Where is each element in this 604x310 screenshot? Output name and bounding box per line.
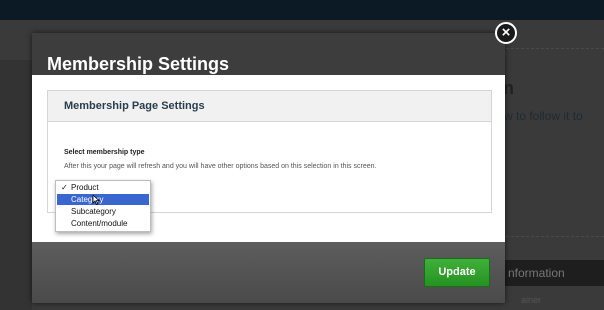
option-label: Subcategory bbox=[71, 207, 116, 216]
background-panel-header: nformation bbox=[503, 260, 604, 286]
modal-title: Membership Settings bbox=[47, 54, 230, 74]
membership-type-option-category[interactable]: Category bbox=[57, 194, 149, 205]
membership-type-option-product[interactable]: ✓ Product bbox=[57, 182, 149, 193]
membership-type-option-content-module[interactable]: Content/module bbox=[57, 218, 149, 229]
modal-header: Membership Settings bbox=[32, 33, 505, 75]
membership-type-option-subcategory[interactable]: Subcategory bbox=[57, 206, 149, 217]
background-divider bbox=[506, 236, 604, 237]
background-text: w to follow it to bbox=[504, 109, 583, 123]
background-top-bar bbox=[0, 0, 604, 20]
option-label: Content/module bbox=[71, 219, 128, 228]
background-divider bbox=[506, 48, 604, 49]
option-label: Product bbox=[71, 183, 99, 192]
background-left-strip bbox=[0, 60, 32, 310]
close-icon[interactable]: × bbox=[495, 22, 517, 44]
mouse-pointer-icon bbox=[92, 195, 100, 205]
membership-type-help-text: After this your page will refresh and yo… bbox=[64, 163, 377, 170]
membership-type-dropdown[interactable]: ✓ Product Category Subcategory Content/m… bbox=[55, 180, 151, 232]
panel-title: Membership Page Settings bbox=[64, 100, 205, 112]
checkmark-icon: ✓ bbox=[61, 183, 68, 192]
background-small-text: ainer bbox=[521, 295, 542, 305]
panel-header: Membership Page Settings bbox=[48, 91, 491, 122]
membership-type-label: Select membership type bbox=[64, 149, 145, 156]
update-button[interactable]: Update bbox=[424, 258, 490, 287]
